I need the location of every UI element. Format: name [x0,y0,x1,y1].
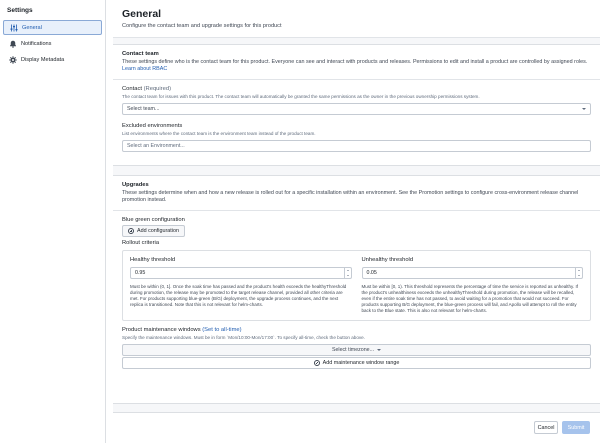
sidebar-item-display-metadata[interactable]: Display Metadata [3,52,102,67]
divider [113,79,600,80]
blue-green-label: Blue green configuration [122,217,185,223]
submit-button[interactable]: Submit [562,421,590,434]
unhealthy-threshold-stepper[interactable] [575,268,582,278]
sidebar-item-label: Display Metadata [21,56,65,63]
contact-team-description-text: These settings define who is the contact… [122,59,588,65]
excluded-environments-input[interactable]: Select an Environment... [122,140,591,152]
caret-down-icon [346,275,349,276]
caret-up-icon [578,270,580,271]
upgrades-card: Upgrades These settings determine when a… [113,175,600,404]
contact-help: The contact team for issues with this pr… [122,94,480,99]
bell-icon [8,39,17,48]
add-maintenance-window-label: Add maintenance window range [322,359,400,366]
add-configuration-label: Add configuration [137,228,179,234]
settings-sidebar: Settings General Notifications Display M… [0,0,106,443]
caret-down-icon [578,275,580,276]
unhealthy-threshold-column: Unhealthy threshold 0.05 Must be within … [361,257,583,314]
upgrades-description: These settings determine when and how a … [122,190,579,203]
healthy-threshold-help: Must be within (0, 1]. Once the soak tim… [130,284,347,307]
form-footer: Cancel Submit [113,412,600,443]
unhealthy-threshold-label: Unhealthy threshold [361,257,414,263]
healthy-threshold-value: 0.95 [135,270,146,276]
timezone-select-value: Select timezone... [331,346,375,353]
excluded-environments-help: List environments where the contact team… [122,131,316,136]
sidebar-item-label: Notifications [21,40,52,47]
gear-icon [8,55,17,64]
timezone-select[interactable]: Select timezone... [122,343,591,356]
contact-label: Contact (Required) [122,86,591,92]
sliders-icon [9,23,18,32]
unhealthy-threshold-value: 0.05 [366,270,377,276]
unhealthy-threshold-input[interactable]: 0.05 [361,267,583,279]
set-to-all-time-link[interactable]: (Set to all-time) [202,327,241,333]
healthy-threshold-label: Healthy threshold [130,257,176,263]
contact-team-select-value: Select team... [127,106,160,112]
healthy-threshold-column: Healthy threshold 0.95 Must be within (0… [130,257,352,314]
contact-label-text: Contact [122,86,142,92]
healthy-threshold-input[interactable]: 0.95 [130,267,352,279]
sidebar-title: Settings [7,7,33,14]
contact-team-description: These settings define who is the contact… [122,59,591,73]
rollout-criteria-box: Healthy threshold 0.95 Must be within (0… [122,250,591,321]
divider [113,210,600,211]
add-configuration-button[interactable]: Add configuration [122,225,185,237]
caret-down-icon [582,108,586,110]
contact-team-select[interactable]: Select team... [122,103,591,115]
decrement-button[interactable] [576,273,582,278]
page-header: General Configure the contact team and u… [113,0,600,38]
maintenance-windows-label-text: Product maintenance windows [122,326,201,333]
sidebar-item-label: General [22,24,42,31]
caret-down-icon [377,348,382,351]
plus-circle-icon [313,359,320,366]
plus-circle-icon [128,228,134,234]
cancel-button[interactable]: Cancel [534,421,558,434]
page-title: General [122,8,162,20]
contact-team-card: Contact team These settings define who i… [113,44,600,166]
contact-team-title: Contact team [122,51,159,57]
page-subtitle: Configure the contact team and upgrade s… [122,23,282,29]
rollout-criteria-label: Rollout criteria [122,240,160,246]
required-marker: (Required) [143,86,171,92]
upgrades-title: Upgrades [122,182,149,188]
decrement-button[interactable] [345,273,351,278]
sidebar-item-notifications[interactable]: Notifications [3,36,102,51]
excluded-environments-label: Excluded environments [122,123,183,129]
caret-up-icon [346,270,349,271]
add-maintenance-window-button[interactable]: Add maintenance window range [122,356,591,369]
settings-main: General Configure the contact team and u… [113,0,600,443]
maintenance-windows-help: Specify the maintenance windows. Must be… [122,334,365,340]
sidebar-item-general[interactable]: General [3,20,102,35]
learn-about-rbac-link[interactable]: Learn about RBAC [122,66,167,72]
maintenance-windows-label: Product maintenance windows (Set to all-… [122,327,591,333]
unhealthy-threshold-help: Must be within [0, 1). This threshold re… [361,284,578,313]
healthy-threshold-stepper[interactable] [343,268,351,278]
